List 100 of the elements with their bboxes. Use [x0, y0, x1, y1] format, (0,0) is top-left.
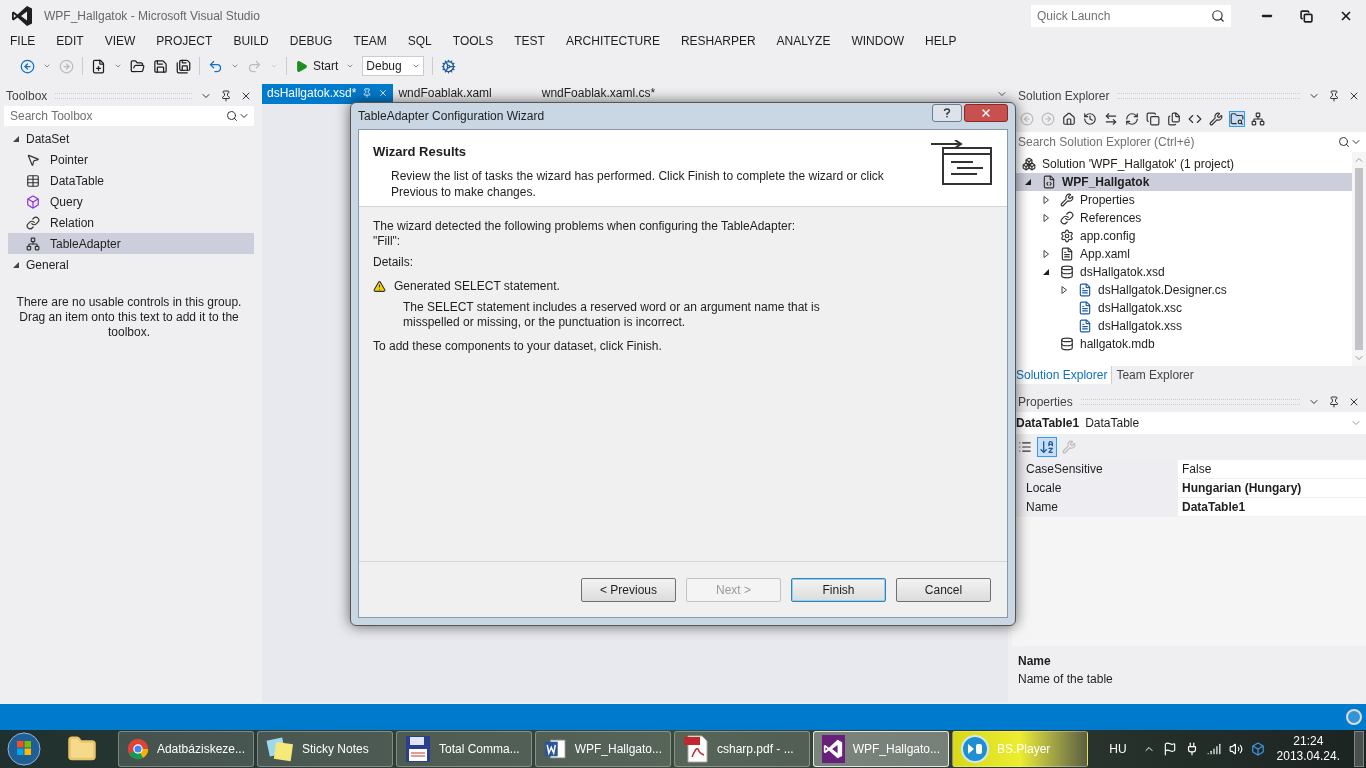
expand-arrow-icon[interactable]: [1042, 214, 1050, 222]
taskbar-button[interactable]: WPF_Hallgato...: [813, 731, 949, 767]
tree-item[interactable]: Properties: [1012, 191, 1352, 209]
menu-item[interactable]: PROJECT: [156, 32, 213, 50]
status-indicator-icon[interactable]: [1346, 709, 1362, 725]
tree-item[interactable]: dsHallgatok.xss: [1012, 317, 1352, 335]
network-icon[interactable]: [1206, 742, 1221, 756]
collapse-arrow-icon[interactable]: [1024, 178, 1032, 186]
toolbar-icon[interactable]: [1251, 112, 1265, 126]
collapse-arrow-icon[interactable]: [1042, 268, 1050, 276]
document-tab[interactable]: wndFoablak.xaml: [393, 84, 497, 102]
expand-arrow-icon[interactable]: [1060, 286, 1068, 294]
toolbar-icon[interactable]: [1188, 112, 1202, 126]
toolbox-item[interactable]: TableAdapter: [8, 233, 254, 254]
volume-icon[interactable]: [1228, 742, 1243, 756]
undo-icon[interactable]: [208, 58, 223, 74]
property-value[interactable]: DataTable1: [1178, 498, 1366, 516]
menu-item[interactable]: HELP: [925, 32, 957, 50]
property-value[interactable]: Hungarian (Hungary): [1178, 479, 1366, 497]
taskbar-button[interactable]: Adatbáziskeze...: [118, 731, 254, 767]
collapse-arrow-icon[interactable]: [12, 260, 20, 269]
tree-item[interactable]: hallgatok.mdb: [1012, 335, 1352, 353]
close-icon[interactable]: [240, 90, 252, 102]
search-field[interactable]: Search Toolbox: [4, 106, 226, 126]
collapse-arrow-icon[interactable]: [12, 134, 20, 143]
save-icon[interactable]: [153, 58, 168, 74]
toolbar-icon[interactable]: [1209, 112, 1223, 126]
restore-icon[interactable]: [1300, 9, 1313, 23]
tree-item[interactable]: dsHallgatok.xsd: [1012, 263, 1352, 281]
menu-item[interactable]: FILE: [10, 32, 36, 50]
toolbar-icon[interactable]: [1083, 112, 1097, 126]
menu-item[interactable]: VIEW: [104, 32, 136, 50]
close-button[interactable]: [964, 104, 1008, 122]
configuration-dropdown[interactable]: Debug: [362, 56, 425, 76]
menu-item[interactable]: TEST: [514, 32, 545, 50]
taskbar-button[interactable]: Total Comma...: [396, 731, 532, 767]
toolbar-icon[interactable]: [1125, 112, 1139, 126]
toolbox-group[interactable]: DataSet: [26, 129, 70, 148]
taskbar-button[interactable]: Sticky Notes: [257, 731, 393, 767]
menu-item[interactable]: RESHARPER: [680, 32, 756, 50]
toolbar-icon[interactable]: [1062, 112, 1076, 126]
quick-launch-field[interactable]: Quick Launch: [1031, 5, 1211, 27]
action-center-icon[interactable]: [1162, 742, 1177, 756]
search-icon[interactable]: [1338, 136, 1350, 148]
document-tab[interactable]: wndFoablak.xaml.cs*: [536, 84, 661, 102]
pin-icon[interactable]: [220, 90, 232, 102]
dialog-button[interactable]: Finish: [791, 577, 886, 602]
taskbar-button[interactable]: csharp.pdf - ...: [674, 731, 810, 767]
expand-arrow-icon[interactable]: [1042, 196, 1050, 204]
toolbar-icon[interactable]: [1167, 112, 1181, 126]
search-icon[interactable]: [1211, 9, 1225, 23]
pin-icon[interactable]: [1328, 90, 1340, 102]
sync-icon[interactable]: [1250, 742, 1265, 756]
toolbar-icon[interactable]: [1230, 112, 1244, 126]
menu-item[interactable]: BUILD: [233, 32, 269, 50]
start-button[interactable]: Start: [295, 57, 339, 75]
close-icon[interactable]: [1339, 9, 1353, 23]
toolbox-item[interactable]: DataTable: [8, 170, 254, 191]
close-icon[interactable]: [1348, 90, 1360, 102]
tree-item[interactable]: App.xaml: [1012, 245, 1352, 263]
toolbar-icon[interactable]: [1146, 112, 1160, 126]
menu-item[interactable]: TEAM: [353, 32, 387, 50]
menu-item[interactable]: WINDOW: [851, 32, 905, 50]
toolbox-item[interactable]: Query: [8, 191, 254, 212]
alphabetical-icon[interactable]: [1038, 438, 1056, 456]
menu-item[interactable]: SQL: [407, 32, 432, 50]
dialog-button[interactable]: Cancel: [896, 577, 991, 602]
language-indicator[interactable]: HU: [1109, 740, 1127, 758]
sticky-notes-icon: [266, 735, 294, 763]
toolbox-item[interactable]: Pointer: [8, 149, 254, 170]
menu-item[interactable]: ARCHITECTURE: [565, 32, 660, 50]
help-button[interactable]: [932, 104, 962, 122]
tree-item[interactable]: app.config: [1012, 227, 1352, 245]
toolbar-icon[interactable]: [1104, 112, 1118, 126]
tree-item[interactable]: Solution 'WPF_Hallgatok' (1 project): [1012, 155, 1352, 173]
new-project-icon[interactable]: [91, 58, 106, 74]
scrollbar-thumb[interactable]: [1355, 168, 1363, 350]
menu-item[interactable]: TOOLS: [452, 32, 494, 50]
save-all-icon[interactable]: [176, 58, 191, 74]
property-value[interactable]: False: [1178, 460, 1366, 478]
tree-item[interactable]: dsHallgatok.xsc: [1012, 299, 1352, 317]
dialog-button[interactable]: < Previous: [581, 577, 676, 602]
scrollbar[interactable]: [1352, 152, 1366, 366]
tree-item[interactable]: dsHallgatok.Designer.cs: [1012, 281, 1352, 299]
back-icon[interactable]: [20, 58, 35, 74]
search-icon[interactable]: [226, 110, 238, 122]
clock[interactable]: 21:24 2013.04.24.: [1276, 734, 1340, 764]
close-icon[interactable]: [1348, 396, 1360, 408]
menu-item[interactable]: ANALYZE: [776, 32, 831, 50]
categorized-icon[interactable]: [1018, 440, 1032, 454]
tree-item[interactable]: References: [1012, 209, 1352, 227]
taskbar-button[interactable]: WPF_Hallgato...: [535, 731, 671, 767]
menu-item[interactable]: DEBUG: [289, 32, 333, 50]
pin-icon[interactable]: [1328, 396, 1340, 408]
expand-arrow-icon[interactable]: [1042, 250, 1050, 258]
toolbox-group[interactable]: General: [26, 255, 69, 274]
menu-item[interactable]: EDIT: [56, 32, 84, 50]
panel-tab[interactable]: Team Explorer: [1111, 366, 1198, 384]
toolbox-item[interactable]: Relation: [8, 212, 254, 233]
open-file-icon[interactable]: [130, 58, 145, 74]
